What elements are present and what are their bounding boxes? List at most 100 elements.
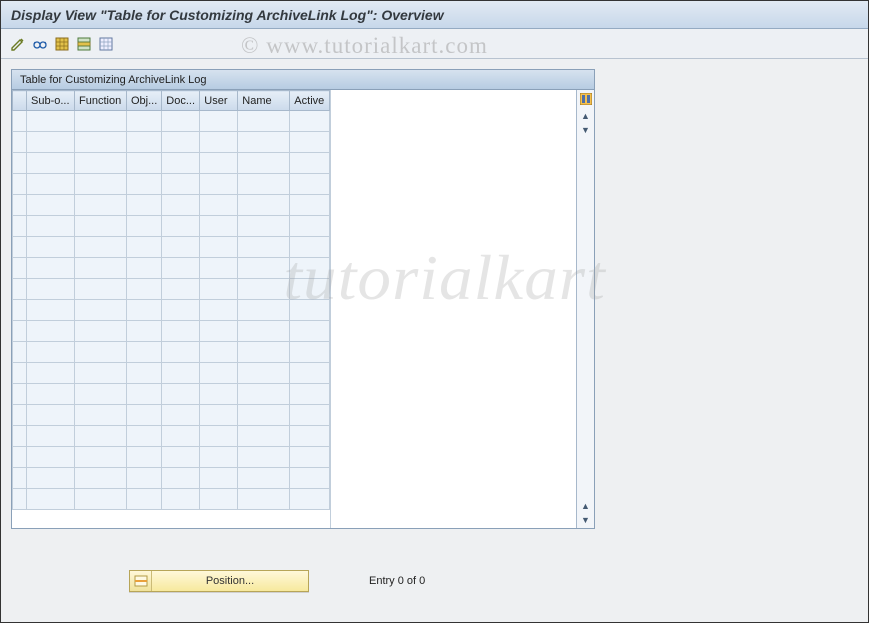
table-row[interactable] [13,321,330,342]
table-cell[interactable] [127,132,162,153]
table-row[interactable] [13,468,330,489]
table-cell[interactable] [162,153,200,174]
table-cell[interactable] [290,237,330,258]
table-cell[interactable] [238,342,290,363]
table-cell[interactable] [238,195,290,216]
table-cell[interactable] [27,426,75,447]
table-cell[interactable] [200,489,238,510]
table-row[interactable] [13,447,330,468]
table-row[interactable] [13,405,330,426]
table-cell[interactable] [200,405,238,426]
table-cell[interactable] [127,111,162,132]
table-cell[interactable] [27,468,75,489]
table-cell[interactable] [238,363,290,384]
table-cell[interactable] [75,321,127,342]
row-selector[interactable] [13,174,27,195]
table-cell[interactable] [238,174,290,195]
column-header[interactable]: Doc... [162,91,200,111]
scroll-down-icon[interactable]: ▼ [579,124,593,136]
table-cell[interactable] [238,384,290,405]
table-settings-icon[interactable] [579,92,593,106]
table-cell[interactable] [238,405,290,426]
table-cell[interactable] [127,153,162,174]
table-cell[interactable] [27,363,75,384]
table-cell[interactable] [27,447,75,468]
table-cell[interactable] [27,279,75,300]
table-cell[interactable] [27,342,75,363]
table-cell[interactable] [200,195,238,216]
data-grid[interactable]: Sub-o...FunctionObj...Doc...UserNameActi… [12,90,330,510]
table-cell[interactable] [27,195,75,216]
table-cell[interactable] [200,153,238,174]
table-cell[interactable] [127,468,162,489]
table-cell[interactable] [290,384,330,405]
row-selector[interactable] [13,195,27,216]
column-header[interactable]: Name [238,91,290,111]
table-cell[interactable] [238,447,290,468]
table-cell[interactable] [238,426,290,447]
select-block-icon[interactable] [75,35,93,53]
table-cell[interactable] [75,195,127,216]
table-cell[interactable] [238,279,290,300]
table-cell[interactable] [200,174,238,195]
row-selector[interactable] [13,468,27,489]
table-cell[interactable] [75,174,127,195]
table-cell[interactable] [127,237,162,258]
table-cell[interactable] [75,132,127,153]
table-cell[interactable] [238,300,290,321]
table-cell[interactable] [27,489,75,510]
table-row[interactable] [13,153,330,174]
table-cell[interactable] [127,300,162,321]
table-cell[interactable] [27,111,75,132]
table-row[interactable] [13,258,330,279]
table-row[interactable] [13,384,330,405]
column-header[interactable]: Function [75,91,127,111]
row-selector[interactable] [13,132,27,153]
table-cell[interactable] [290,258,330,279]
table-cell[interactable] [162,195,200,216]
table-cell[interactable] [75,300,127,321]
table-cell[interactable] [162,426,200,447]
table-cell[interactable] [290,174,330,195]
table-cell[interactable] [200,342,238,363]
table-cell[interactable] [75,153,127,174]
table-cell[interactable] [27,258,75,279]
row-selector[interactable] [13,321,27,342]
table-row[interactable] [13,342,330,363]
table-cell[interactable] [200,132,238,153]
table-cell[interactable] [27,300,75,321]
table-cell[interactable] [162,489,200,510]
table-cell[interactable] [200,447,238,468]
table-cell[interactable] [162,111,200,132]
table-cell[interactable] [127,321,162,342]
table-cell[interactable] [290,405,330,426]
table-cell[interactable] [27,321,75,342]
table-cell[interactable] [238,237,290,258]
table-cell[interactable] [127,447,162,468]
table-row[interactable] [13,216,330,237]
table-cell[interactable] [162,447,200,468]
column-header[interactable]: User [200,91,238,111]
glasses-icon[interactable] [31,35,49,53]
table-cell[interactable] [27,216,75,237]
table-cell[interactable] [75,237,127,258]
table-cell[interactable] [162,363,200,384]
table-cell[interactable] [27,384,75,405]
table-cell[interactable] [200,237,238,258]
table-row[interactable] [13,300,330,321]
row-selector[interactable] [13,258,27,279]
row-selector-header[interactable] [13,91,27,111]
table-cell[interactable] [162,237,200,258]
table-row[interactable] [13,237,330,258]
table-row[interactable] [13,111,330,132]
scroll-down-bottom-icon[interactable]: ▼ [579,514,593,526]
table-cell[interactable] [162,468,200,489]
table-cell[interactable] [238,321,290,342]
table-cell[interactable] [200,300,238,321]
table-cell[interactable] [290,489,330,510]
table-cell[interactable] [75,426,127,447]
table-cell[interactable] [75,363,127,384]
table-cell[interactable] [162,258,200,279]
table-cell[interactable] [127,279,162,300]
table-cell[interactable] [162,321,200,342]
